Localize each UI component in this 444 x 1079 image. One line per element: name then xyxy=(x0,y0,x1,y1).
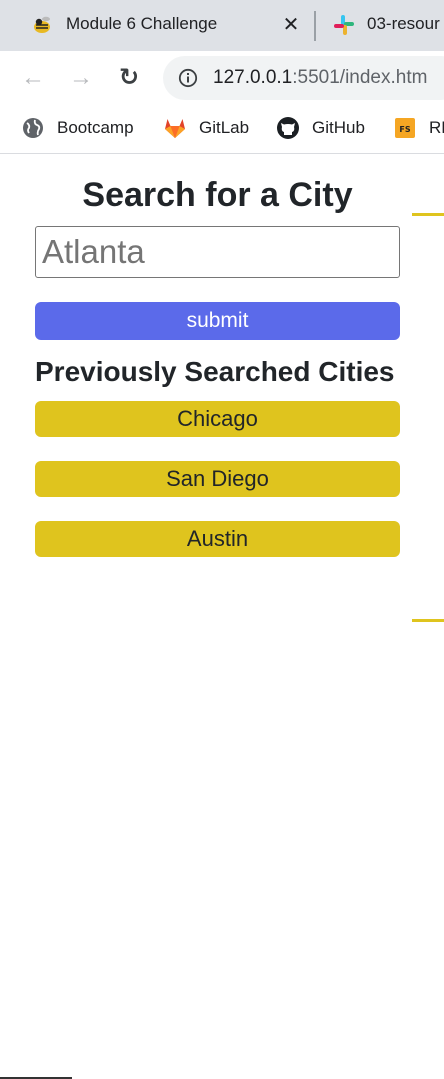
bookmark-re[interactable]: FS RE xyxy=(393,115,444,141)
bookmark-label: Bootcamp xyxy=(57,118,134,137)
tab-module-6[interactable]: Module 6 Challenge ✕ xyxy=(0,0,314,51)
reload-icon[interactable]: ↻ xyxy=(116,65,142,91)
address-bar[interactable]: 127.0.0.1:5501/index.htm xyxy=(163,56,444,100)
globe-icon xyxy=(23,118,43,138)
yellow-jacket-icon xyxy=(34,16,50,33)
bookmark-github[interactable]: GitHub xyxy=(276,115,376,141)
info-icon[interactable] xyxy=(178,68,198,88)
city-button-austin[interactable]: Austin xyxy=(35,521,400,557)
decorative-line xyxy=(412,619,444,622)
url-path: :5501/index.htm xyxy=(292,67,428,88)
page-title: Search for a City xyxy=(82,176,353,214)
city-button-san-diego[interactable]: San Diego xyxy=(35,461,400,497)
slack-icon xyxy=(334,15,354,35)
tab-title-secondary[interactable]: 03-resour xyxy=(367,14,440,34)
bookmark-label: GitHub xyxy=(312,118,365,137)
browser-toolbar: ← → ↻ 127.0.0.1:5501/index.htm xyxy=(0,51,444,105)
url-text[interactable]: 127.0.0.1:5501/index.htm xyxy=(213,67,427,89)
bookmarks-bar: Bootcamp GitLab GitHub FS RE xyxy=(0,105,444,154)
bookmark-bootcamp[interactable]: Bootcamp xyxy=(21,115,146,141)
gitlab-icon xyxy=(165,119,185,138)
close-icon[interactable]: ✕ xyxy=(280,14,302,36)
bookmark-label: RE xyxy=(429,118,444,137)
url-host: 127.0.0.1 xyxy=(213,67,293,88)
fs-icon: FS xyxy=(395,118,415,138)
tab-strip: Module 6 Challenge ✕ 03-resour xyxy=(0,0,444,51)
bookmark-label: GitLab xyxy=(199,118,250,137)
page-content: Search for a City submit Previously Sear… xyxy=(0,154,444,1079)
submit-button[interactable]: submit xyxy=(35,302,400,340)
previous-cities-heading: Previously Searched Cities xyxy=(35,356,395,387)
tab-divider xyxy=(314,11,316,41)
svg-text:FS: FS xyxy=(399,125,410,134)
bookmark-gitlab[interactable]: GitLab xyxy=(163,115,258,141)
city-button-chicago[interactable]: Chicago xyxy=(35,401,400,437)
tab-title: Module 6 Challenge xyxy=(66,14,218,33)
city-search-input[interactable] xyxy=(35,226,400,278)
forward-icon[interactable]: → xyxy=(68,65,94,91)
back-icon[interactable]: ← xyxy=(20,65,46,91)
decorative-line xyxy=(412,213,444,216)
github-icon xyxy=(277,117,299,139)
